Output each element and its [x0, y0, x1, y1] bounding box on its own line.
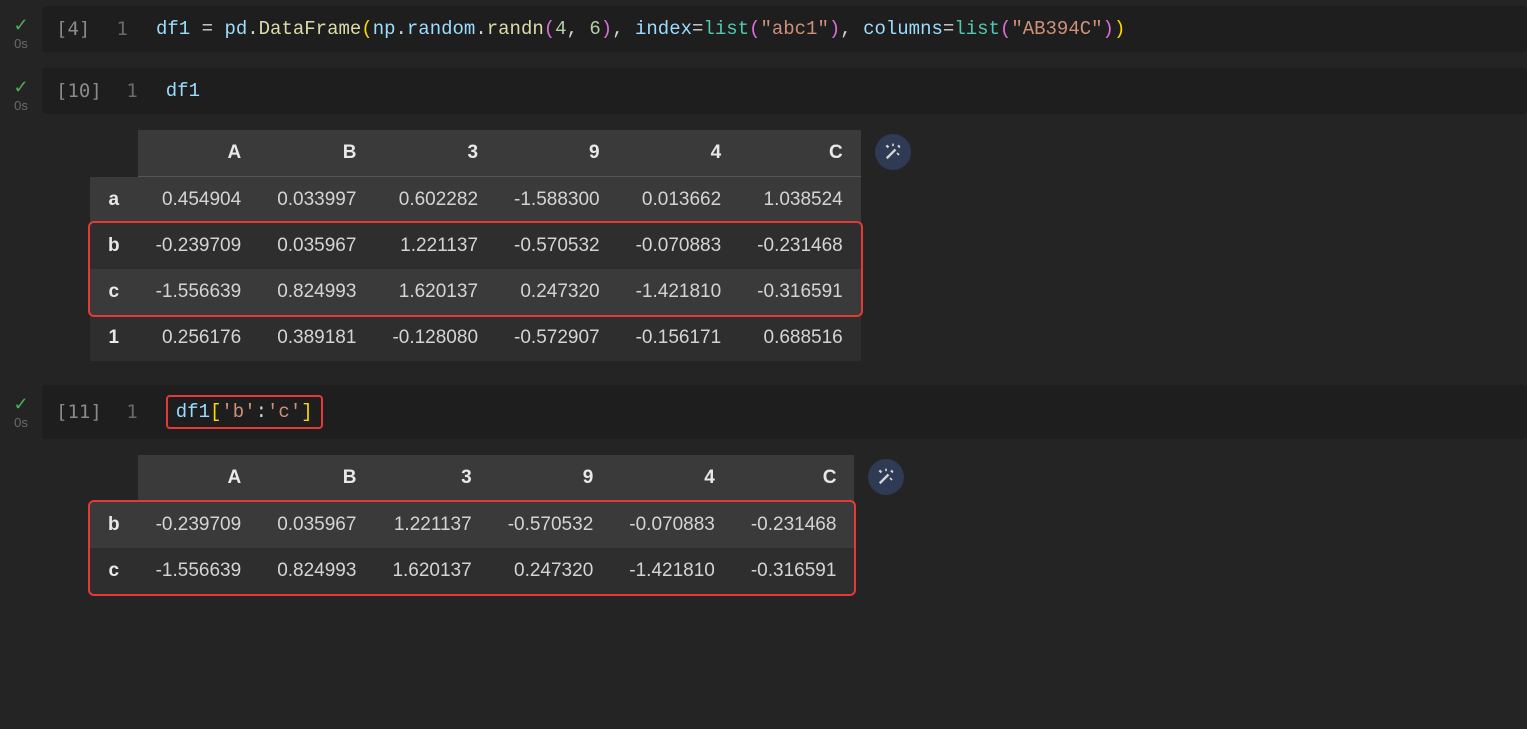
table-row: a0.4549040.0339970.602282-1.5883000.0136…: [90, 177, 861, 224]
table-cell: 0.256176: [138, 315, 260, 361]
row-index: c: [90, 548, 138, 594]
table-cell: 0.389181: [259, 315, 374, 361]
code-cell[interactable]: [4] 1 df1 = pd.DataFrame(np.random.randn(4…: [42, 6, 1527, 52]
exec-count: [11]: [56, 401, 102, 423]
table-cell: -0.231468: [739, 223, 861, 269]
table-cell: -0.239709: [138, 223, 260, 269]
cell-status: ✓ 0s: [0, 6, 42, 51]
notebook-cell: ✓ 0s [10] 1 df1: [0, 68, 1527, 114]
column-header: 3: [374, 130, 496, 177]
table-cell: -0.316591: [733, 548, 855, 594]
table-row: b-0.2397090.0359671.221137-0.570532-0.07…: [90, 223, 861, 269]
table-cell: 0.824993: [259, 548, 374, 594]
cell-output: AB394Ca0.4549040.0339970.602282-1.588300…: [90, 130, 1527, 361]
table-cell: -1.421810: [618, 269, 740, 315]
dataframe-table: AB394Ca0.4549040.0339970.602282-1.588300…: [90, 130, 861, 361]
column-header: 9: [496, 130, 618, 177]
column-header: A: [138, 455, 260, 502]
code-cell[interactable]: [11] 1 df1['b':'c']: [42, 385, 1527, 439]
cell-status: ✓ 0s: [0, 68, 42, 113]
table-cell: 1.221137: [374, 502, 489, 549]
table-cell: 0.247320: [490, 548, 612, 594]
row-index: c: [90, 269, 138, 315]
table-cell: -0.156171: [618, 315, 740, 361]
table-cell: -1.556639: [138, 548, 260, 594]
table-cell: -0.128080: [374, 315, 496, 361]
table-cell: -0.239709: [138, 502, 260, 549]
column-header: 3: [374, 455, 489, 502]
column-header: C: [739, 130, 861, 177]
table-cell: 0.602282: [374, 177, 496, 224]
table-cell: -0.070883: [611, 502, 733, 549]
column-header: B: [259, 455, 374, 502]
table-cell: 0.688516: [739, 315, 861, 361]
table-cell: 0.033997: [259, 177, 374, 224]
row-index: 1: [90, 315, 138, 361]
table-row: b-0.2397090.0359671.221137-0.570532-0.07…: [90, 502, 854, 549]
table-cell: -0.570532: [490, 502, 612, 549]
checkmark-icon: ✓: [13, 16, 28, 34]
cell-status: ✓ 0s: [0, 385, 42, 430]
dataframe-table: AB394Cb-0.2397090.0359671.221137-0.57053…: [90, 455, 854, 594]
table-cell: 0.454904: [138, 177, 260, 224]
table-cell: 0.035967: [259, 223, 374, 269]
table-cell: 1.038524: [739, 177, 861, 224]
exec-timing: 0s: [14, 415, 28, 430]
code-content[interactable]: df1 = pd.DataFrame(np.random.randn(4, 6)…: [156, 18, 1125, 40]
table-cell: -1.588300: [496, 177, 618, 224]
notebook-cell: ✓ 0s [11] 1 df1['b':'c']: [0, 385, 1527, 439]
column-header: C: [733, 455, 855, 502]
line-number: 1: [124, 401, 138, 423]
table-cell: 1.620137: [374, 269, 496, 315]
table-cell: -0.070883: [618, 223, 740, 269]
magic-wand-icon[interactable]: [875, 134, 911, 170]
table-cell: -0.316591: [739, 269, 861, 315]
code-content[interactable]: df1['b':'c']: [176, 401, 313, 423]
notebook-cell: ✓ 0s [4] 1 df1 = pd.DataFrame(np.random.rand…: [0, 6, 1527, 52]
table-cell: 0.247320: [496, 269, 618, 315]
table-cell: -1.421810: [611, 548, 733, 594]
column-header: [90, 455, 138, 502]
magic-wand-icon[interactable]: [868, 459, 904, 495]
line-number: 1: [114, 18, 128, 40]
exec-count: [10]: [56, 80, 102, 102]
column-header: B: [259, 130, 374, 177]
column-header: A: [138, 130, 260, 177]
table-cell: 0.035967: [259, 502, 374, 549]
table-cell: 1.620137: [374, 548, 489, 594]
column-header: 4: [611, 455, 733, 502]
table-cell: -0.231468: [733, 502, 855, 549]
row-index: b: [90, 502, 138, 549]
row-index: a: [90, 177, 138, 224]
table-row: 10.2561760.389181-0.128080-0.572907-0.15…: [90, 315, 861, 361]
table-cell: -1.556639: [138, 269, 260, 315]
checkmark-icon: ✓: [13, 395, 28, 413]
code-content[interactable]: df1: [166, 80, 200, 102]
line-number: 1: [124, 80, 138, 102]
exec-count: [4]: [56, 18, 92, 40]
exec-timing: 0s: [14, 98, 28, 113]
column-header: 4: [618, 130, 740, 177]
table-row: c-1.5566390.8249931.6201370.247320-1.421…: [90, 548, 854, 594]
table-cell: -0.572907: [496, 315, 618, 361]
column-header: [90, 130, 138, 177]
column-header: 9: [490, 455, 612, 502]
table-row: c-1.5566390.8249931.6201370.247320-1.421…: [90, 269, 861, 315]
table-cell: 0.824993: [259, 269, 374, 315]
table-cell: 0.013662: [618, 177, 740, 224]
code-cell[interactable]: [10] 1 df1: [42, 68, 1527, 114]
table-cell: -0.570532: [496, 223, 618, 269]
cell-output: AB394Cb-0.2397090.0359671.221137-0.57053…: [90, 455, 1527, 594]
checkmark-icon: ✓: [13, 78, 28, 96]
exec-timing: 0s: [14, 36, 28, 51]
annotation-highlight: df1['b':'c']: [166, 395, 323, 429]
table-cell: 1.221137: [374, 223, 496, 269]
row-index: b: [90, 223, 138, 269]
